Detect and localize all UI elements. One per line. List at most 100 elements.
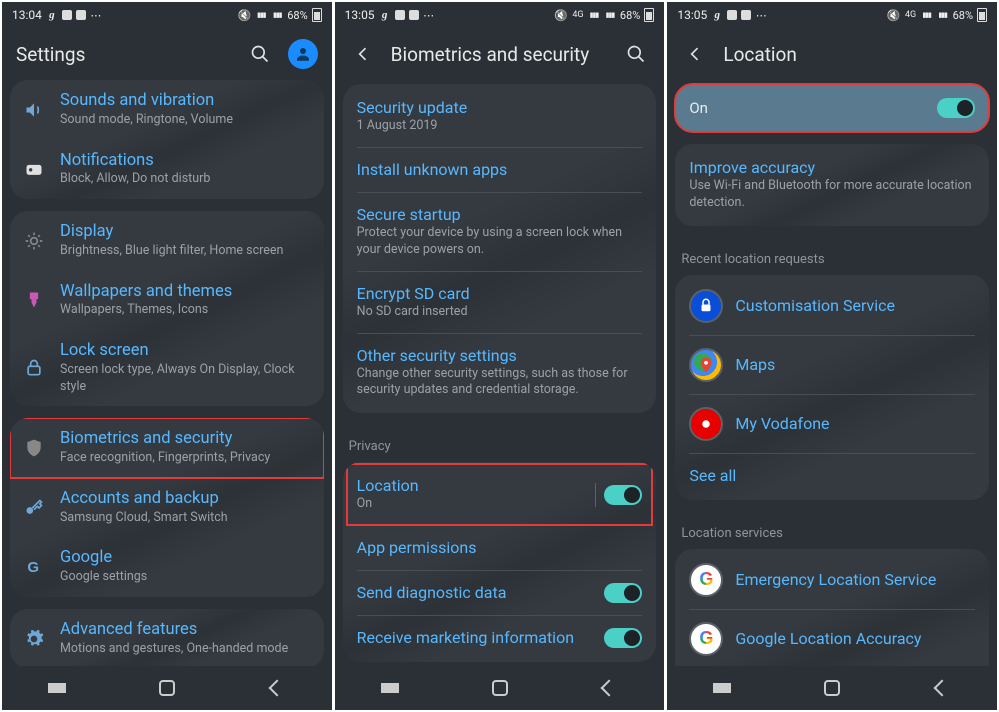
see-all-row[interactable]: See all — [679, 454, 985, 498]
app-indicator-icon: g — [711, 9, 723, 21]
signal-icon — [921, 9, 933, 21]
nav-back[interactable] — [252, 682, 302, 694]
signal-icon — [937, 9, 949, 21]
row-encrypt-sd-card[interactable]: Encrypt SD cardNo SD card inserted — [347, 272, 653, 333]
settings-row-wallpapers-and-themes[interactable]: Wallpapers and themesWallpapers, Themes,… — [10, 271, 324, 331]
row-title: Other security settings — [357, 346, 643, 366]
recent-group: Customisation Service Maps My Vodafone See … — [675, 275, 989, 500]
nav-bar — [667, 666, 997, 710]
app-indicator-icon: g — [46, 9, 58, 21]
nav-home[interactable] — [475, 680, 525, 696]
section-label-services: Location services — [675, 512, 989, 549]
app-name: My Vodafone — [735, 414, 975, 434]
row-title: Google — [60, 548, 312, 569]
mute-icon — [554, 8, 568, 22]
search-button[interactable] — [246, 40, 274, 68]
google-icon: G — [689, 563, 723, 597]
row-secure-startup[interactable]: Secure startupProtect your device by usi… — [347, 193, 653, 271]
google-icon: G — [689, 622, 723, 656]
service-name: Google Location Accuracy — [735, 629, 975, 649]
nav-recents[interactable] — [32, 683, 82, 693]
row-title: Secure startup — [357, 205, 643, 225]
row-title: Sounds and vibration — [60, 91, 312, 112]
brush-icon — [20, 290, 48, 310]
row-title: Advanced features — [60, 620, 312, 641]
row-title: App permissions — [357, 538, 643, 558]
location-master-toggle-row[interactable]: On — [675, 84, 989, 132]
more-icon: ⋯ — [755, 9, 767, 21]
row-subtitle: On — [357, 496, 584, 513]
nav-recents[interactable] — [697, 683, 747, 693]
gear-icon — [20, 629, 48, 649]
settings-list: Sounds and vibrationSound mode, Ringtone… — [2, 80, 332, 666]
recent-app-my-vodafone[interactable]: My Vodafone — [679, 395, 985, 453]
location-toggle[interactable] — [937, 98, 975, 118]
toggle[interactable] — [604, 485, 642, 505]
see-all-label: See all — [689, 466, 975, 486]
row-subtitle: 1 August 2019 — [357, 118, 643, 135]
improve-accuracy-group: Improve accuracy Use Wi-Fi and Bluetooth… — [675, 144, 989, 226]
settings-row-lock-screen[interactable]: Lock screenScreen lock type, Always On D… — [10, 330, 324, 406]
settings-row-advanced-features[interactable]: Advanced featuresMotions and gestures, O… — [10, 609, 324, 666]
app-icon — [689, 407, 723, 441]
nav-home[interactable] — [142, 680, 192, 696]
row-subtitle: Google settings — [60, 569, 312, 586]
battery-icon — [312, 8, 322, 22]
notif-icon — [395, 10, 405, 20]
volume-icon — [20, 100, 48, 120]
nav-home[interactable] — [807, 680, 857, 696]
more-icon: ⋯ — [423, 9, 435, 21]
nav-recents[interactable] — [365, 683, 415, 693]
service-emergency-location-service[interactable]: G Emergency Location Service — [679, 551, 985, 609]
settings-row-accounts-and-backup[interactable]: Accounts and backupSamsung Cloud, Smart … — [10, 478, 324, 538]
row-install-unknown-apps[interactable]: Install unknown apps — [347, 148, 653, 192]
service-google-location-accuracy[interactable]: G Google Location Accuracy — [679, 610, 985, 666]
app-name: Customisation Service — [735, 296, 975, 316]
app-indicator-icon: g — [379, 9, 391, 21]
account-avatar[interactable] — [288, 39, 318, 69]
settings-row-google[interactable]: GGoogleGoogle settings — [10, 537, 324, 597]
settings-row-sounds-and-vibration[interactable]: Sounds and vibrationSound mode, Ringtone… — [10, 80, 324, 140]
back-button[interactable] — [349, 40, 377, 68]
notif-icon — [741, 10, 751, 20]
search-button[interactable] — [622, 40, 650, 68]
recent-app-maps[interactable]: Maps — [679, 336, 985, 394]
privacy-group: LocationOn App permissions Send diagnostic… — [343, 462, 657, 662]
row-title: Notifications — [60, 151, 312, 172]
back-button[interactable] — [681, 40, 709, 68]
row-subtitle: Face recognition, Fingerprints, Privacy — [60, 450, 312, 467]
row-subtitle: Samsung Cloud, Smart Switch — [60, 510, 312, 527]
page-title: Biometrics and security — [391, 43, 609, 66]
settings-row-display[interactable]: DisplayBrightness, Blue light filter, Ho… — [10, 211, 324, 271]
toggle[interactable] — [604, 583, 642, 603]
nav-bar — [2, 666, 332, 710]
toggle[interactable] — [604, 628, 642, 648]
settings-row-biometrics-and-security[interactable]: Biometrics and securityFace recognition,… — [10, 418, 324, 478]
notif-icon — [409, 10, 419, 20]
row-receive-marketing-information[interactable]: Receive marketing information — [347, 616, 653, 660]
improve-sub: Use Wi-Fi and Bluetooth for more accurat… — [689, 178, 975, 212]
row-subtitle: Protect your device by using a screen lo… — [357, 225, 643, 259]
more-icon: ⋯ — [90, 9, 102, 21]
row-other-security-settings[interactable]: Other security settingsChange other secu… — [347, 334, 653, 412]
row-location[interactable]: LocationOn — [347, 464, 653, 525]
signal-icon — [255, 9, 267, 21]
app-icon — [689, 289, 723, 323]
page-title: Settings — [16, 43, 232, 66]
nav-back[interactable] — [917, 682, 967, 694]
row-security-update[interactable]: Security update1 August 2019 — [347, 86, 653, 147]
row-title: Receive marketing information — [357, 628, 593, 648]
battery-text: 68% — [287, 9, 307, 22]
improve-accuracy-row[interactable]: Improve accuracy Use Wi-Fi and Bluetooth… — [679, 146, 985, 224]
notif-icon — [76, 10, 86, 20]
recent-app-customisation-service[interactable]: Customisation Service — [679, 277, 985, 335]
row-subtitle: Screen lock type, Always On Display, Clo… — [60, 362, 312, 396]
row-title: Display — [60, 222, 312, 243]
row-app-permissions[interactable]: App permissions — [347, 526, 653, 570]
settings-row-notifications[interactable]: NotificationsBlock, Allow, Do not distur… — [10, 140, 324, 200]
row-send-diagnostic-data[interactable]: Send diagnostic data — [347, 571, 653, 615]
nav-back[interactable] — [584, 682, 634, 694]
on-label: On — [689, 99, 708, 117]
row-title: Accounts and backup — [60, 489, 312, 510]
service-name: Emergency Location Service — [735, 570, 975, 590]
